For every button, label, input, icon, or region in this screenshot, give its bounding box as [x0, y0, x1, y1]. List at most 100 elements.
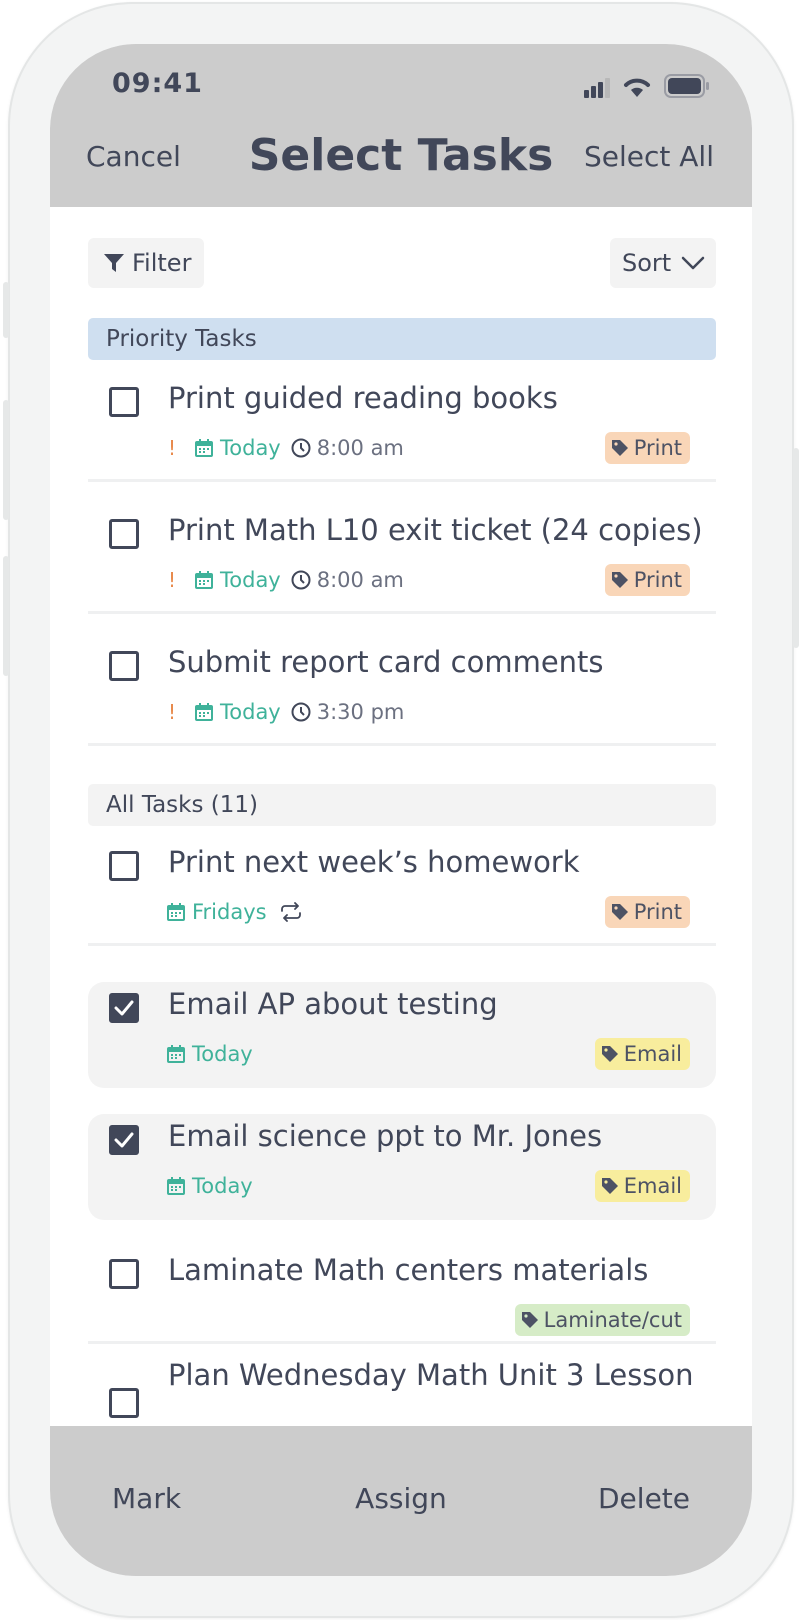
- volume-down-button: [3, 556, 9, 676]
- delete-button[interactable]: Delete: [598, 1482, 690, 1515]
- task-date: Today: [166, 1042, 253, 1066]
- power-button: [793, 448, 799, 648]
- battery-icon: [664, 74, 709, 98]
- status-icons: [584, 72, 714, 100]
- calendar-icon: [195, 703, 213, 721]
- toolbar: Filter Sort: [88, 238, 716, 290]
- task-meta: ! Today 3:30 pm: [168, 697, 404, 727]
- volume-up-button: [3, 400, 9, 520]
- task-time: 8:00 am: [291, 436, 404, 460]
- task-date-label: Today: [192, 1042, 253, 1066]
- task-date: Today: [166, 1174, 253, 1198]
- task-date-label: Today: [192, 1174, 253, 1198]
- calendar-icon: [167, 903, 185, 921]
- task-meta: ! Today 8:00 am: [168, 433, 404, 463]
- calendar-icon: [195, 571, 213, 589]
- task-date-label: Today: [220, 700, 281, 724]
- task-row[interactable]: Email science ppt to Mr. Jones Today Ema…: [88, 1114, 716, 1220]
- status-time: 09:41: [112, 68, 203, 99]
- task-meta: Today: [166, 1171, 253, 1201]
- task-time: 3:30 pm: [291, 700, 405, 724]
- tag-icon: [601, 1046, 618, 1062]
- tag-label: Print: [633, 568, 682, 592]
- sort-button[interactable]: Sort: [610, 238, 716, 288]
- task-title: Plan Wednesday Math Unit 3 Lesson: [168, 1358, 694, 1392]
- bottom-action-bar: Mark Assign Delete: [50, 1426, 752, 1576]
- task-meta: Today: [166, 1039, 253, 1069]
- tag-label: Print: [633, 900, 682, 924]
- priority-indicator: !: [168, 436, 177, 460]
- calendar-icon: [167, 1045, 185, 1063]
- checkmark-icon: [114, 1000, 134, 1016]
- task-date-label: Today: [220, 568, 281, 592]
- task-time-label: 3:30 pm: [316, 700, 405, 724]
- task-date: Today: [194, 568, 281, 592]
- task-title: Print next week’s homework: [168, 845, 580, 879]
- task-checkbox[interactable]: [109, 387, 139, 417]
- tag-badge: Email: [594, 1170, 690, 1202]
- task-checkbox[interactable]: [109, 993, 139, 1023]
- filter-label: Filter: [132, 249, 192, 277]
- task-checkbox[interactable]: [109, 651, 139, 681]
- task-title: Email AP about testing: [168, 987, 498, 1021]
- task-time: 8:00 am: [291, 568, 404, 592]
- screen: 09:41 Cancel Select Tasks Select All Fil…: [50, 44, 752, 1576]
- tag-icon: [611, 572, 628, 588]
- task-meta: ! Today 8:00 am: [168, 565, 404, 595]
- tag-badge: Email: [594, 1038, 690, 1070]
- wifi-icon: [624, 78, 650, 97]
- task-title: Laminate Math centers materials: [168, 1253, 649, 1287]
- task-row[interactable]: Email AP about testing Today Email: [88, 982, 716, 1088]
- tag-icon: [611, 440, 628, 456]
- clock-icon: [291, 702, 311, 722]
- section-header-priority: Priority Tasks: [88, 318, 716, 360]
- task-title: Email science ppt to Mr. Jones: [168, 1119, 603, 1153]
- tag-icon: [521, 1312, 538, 1328]
- filter-icon: [104, 254, 124, 272]
- chevron-down-icon: [681, 256, 705, 270]
- task-title: Submit report card comments: [168, 645, 604, 679]
- repeat-icon: [280, 902, 301, 922]
- clock-icon: [291, 438, 311, 458]
- task-time-label: 8:00 am: [316, 568, 404, 592]
- task-checkbox[interactable]: [109, 1259, 139, 1289]
- sort-label: Sort: [622, 249, 672, 277]
- calendar-icon: [195, 439, 213, 457]
- tag-badge: Print: [604, 896, 690, 928]
- section-header-all: All Tasks (11): [88, 784, 716, 826]
- task-checkbox[interactable]: [109, 1125, 139, 1155]
- task-date-label: Today: [220, 436, 281, 460]
- tag-icon: [611, 904, 628, 920]
- clock-icon: [291, 570, 311, 590]
- priority-indicator: !: [168, 568, 177, 592]
- task-row[interactable]: Print guided reading books ! Today 8:00 …: [88, 362, 716, 482]
- tag-badge: Print: [604, 564, 690, 596]
- task-meta: Fridays: [166, 897, 303, 927]
- priority-indicator: !: [168, 700, 177, 724]
- task-date-label: Fridays: [192, 900, 267, 924]
- tag-label: Laminate/cut: [543, 1308, 682, 1332]
- checkmark-icon: [114, 1132, 134, 1148]
- task-row[interactable]: Submit report card comments ! Today 3:30…: [88, 626, 716, 746]
- tag-badge: Laminate/cut: [514, 1304, 690, 1336]
- task-title: Print guided reading books: [168, 381, 558, 415]
- tag-label: Email: [623, 1174, 682, 1198]
- task-checkbox[interactable]: [109, 851, 139, 881]
- calendar-icon: [167, 1177, 185, 1195]
- top-bar: 09:41 Cancel Select Tasks Select All: [50, 44, 752, 207]
- repeat-indicator: [279, 902, 303, 922]
- task-row[interactable]: Plan Wednesday Math Unit 3 Lesson: [88, 1356, 716, 1426]
- tag-label: Email: [623, 1042, 682, 1066]
- task-checkbox[interactable]: [109, 519, 139, 549]
- task-time-label: 8:00 am: [316, 436, 404, 460]
- tag-badge: Print: [604, 432, 690, 464]
- task-checkbox[interactable]: [109, 1388, 139, 1418]
- task-title: Print Math L10 exit ticket (24 copies): [168, 513, 703, 547]
- task-date: Fridays: [166, 900, 267, 924]
- filter-button[interactable]: Filter: [88, 238, 204, 288]
- select-all-button[interactable]: Select All: [584, 140, 714, 173]
- task-row[interactable]: Print Math L10 exit ticket (24 copies) !…: [88, 494, 716, 614]
- task-row[interactable]: Laminate Math centers materials Laminate…: [88, 1224, 716, 1344]
- task-date: Today: [194, 436, 281, 460]
- task-row[interactable]: Print next week’s homework Fridays Print: [88, 826, 716, 946]
